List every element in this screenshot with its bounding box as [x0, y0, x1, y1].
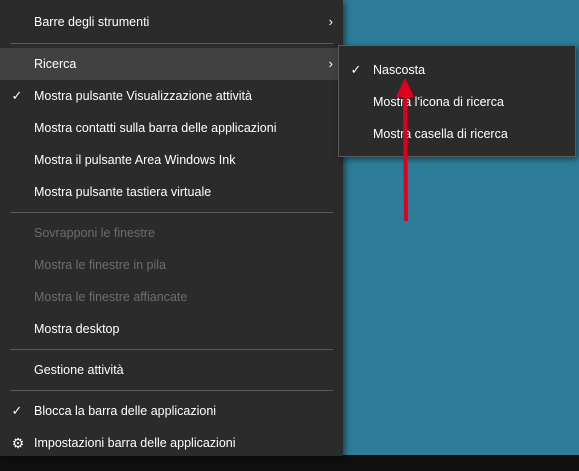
menu-item-label: Mostra pulsante Visualizzazione attività — [34, 89, 252, 103]
submenu-item-hidden[interactable]: ✓ Nascosta — [339, 55, 575, 85]
gear-icon: ⚙ — [11, 435, 25, 451]
menu-item-lock-taskbar[interactable]: ✓ Blocca la barra delle applicazioni — [0, 395, 343, 427]
menu-item-label: Mostra le finestre affiancate — [34, 290, 188, 304]
menu-item-show-desktop[interactable]: Mostra desktop — [0, 313, 343, 345]
menu-item-show-people[interactable]: Mostra contatti sulla barra delle applic… — [0, 112, 343, 144]
menu-item-label: Barre degli strumenti — [34, 15, 150, 29]
menu-item-label: Impostazioni barra delle applicazioni — [34, 436, 236, 450]
submenu-item-show-search-icon[interactable]: Mostra l'icona di ricerca — [339, 87, 575, 117]
menu-item-toolbars[interactable]: Barre degli strumenti › — [0, 6, 343, 38]
menu-item-stack-windows: Mostra le finestre in pila — [0, 249, 343, 281]
submenu-item-show-search-box[interactable]: Mostra casella di ricerca — [339, 119, 575, 149]
menu-item-show-windows-ink[interactable]: Mostra il pulsante Area Windows Ink — [0, 144, 343, 176]
menu-separator — [10, 43, 333, 44]
menu-item-label: Ricerca — [34, 57, 77, 71]
checkmark-icon: ✓ — [11, 403, 23, 418]
menu-item-cascade-windows: Sovrapponi le finestre — [0, 217, 343, 249]
chevron-right-icon: › — [328, 14, 333, 29]
menu-item-label: Mostra pulsante tastiera virtuale — [34, 185, 212, 199]
menu-item-label: Gestione attività — [34, 363, 124, 377]
menu-separator — [10, 390, 333, 391]
checkmark-icon: ✓ — [350, 62, 362, 77]
menu-item-label: Blocca la barra delle applicazioni — [34, 404, 217, 418]
chevron-right-icon: › — [328, 56, 333, 71]
menu-item-show-task-view-button[interactable]: ✓ Mostra pulsante Visualizzazione attivi… — [0, 80, 343, 112]
menu-item-label: Mostra contatti sulla barra delle applic… — [34, 121, 277, 135]
menu-item-label: Mostra il pulsante Area Windows Ink — [34, 153, 236, 167]
menu-item-task-manager[interactable]: Gestione attività — [0, 354, 343, 386]
menu-item-taskbar-settings[interactable]: ⚙ Impostazioni barra delle applicazioni — [0, 427, 343, 459]
menu-separator — [10, 349, 333, 350]
menu-item-show-touch-keyboard[interactable]: Mostra pulsante tastiera virtuale — [0, 176, 343, 208]
menu-separator — [10, 212, 333, 213]
menu-item-label: Mostra desktop — [34, 322, 120, 336]
menu-item-label: Sovrapponi le finestre — [34, 226, 155, 240]
menu-item-side-by-side-windows: Mostra le finestre affiancate — [0, 281, 343, 313]
taskbar-context-menu: Barre degli strumenti › Ricerca › ✓ Most… — [0, 0, 343, 456]
red-annotation-arrow-icon — [396, 78, 414, 222]
search-submenu: ✓ Nascosta Mostra l'icona di ricerca Mos… — [338, 45, 576, 157]
menu-item-label: Mostra le finestre in pila — [34, 258, 167, 272]
menu-item-search[interactable]: Ricerca › — [0, 48, 343, 80]
checkmark-icon: ✓ — [11, 88, 23, 103]
